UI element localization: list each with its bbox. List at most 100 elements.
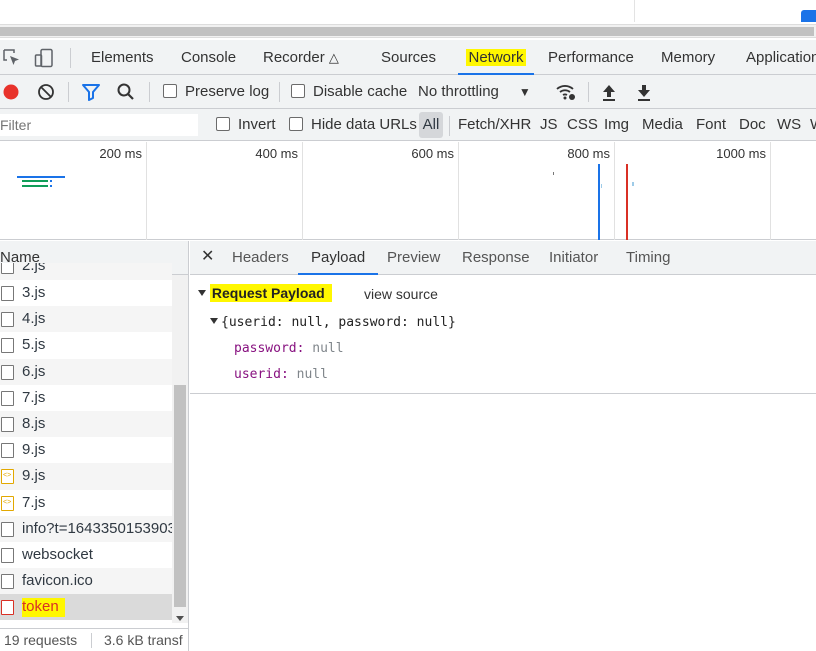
- preserve-log-checkbox[interactable]: Preserve log: [163, 82, 269, 102]
- checkbox-box: [291, 84, 305, 98]
- disable-cache-label: Disable cache: [313, 83, 408, 100]
- scrollbar-thumb[interactable]: [174, 385, 186, 607]
- dropdown-arrow-icon: ▼: [518, 85, 531, 99]
- filter-type-fetch-xhr[interactable]: Fetch/XHR: [458, 115, 531, 135]
- request-row[interactable]: info?t=1643350153903: [0, 515, 172, 542]
- request-name: info?t=1643350153903: [22, 519, 172, 537]
- section-title: Request Payload: [209, 284, 332, 302]
- checkbox-box: [216, 117, 230, 131]
- divider: [149, 82, 150, 102]
- tab-application[interactable]: Application: [746, 40, 816, 75]
- tab-memory[interactable]: Memory: [661, 40, 715, 75]
- filter-funnel-icon[interactable]: [81, 82, 101, 102]
- request-list-pane: Name 2.js 3.js 4.js 5.js 6.js 7.js 8.js …: [0, 241, 189, 651]
- filter-type-css[interactable]: CSS: [567, 115, 598, 135]
- request-row[interactable]: 7.js: [0, 490, 172, 516]
- grid-divider: [146, 142, 147, 240]
- filter-type-doc[interactable]: Doc: [739, 115, 766, 135]
- disable-cache-checkbox[interactable]: Disable cache: [291, 82, 407, 102]
- request-row[interactable]: 4.js: [0, 306, 172, 333]
- time-label: 400 ms: [255, 146, 298, 161]
- tab-performance[interactable]: Performance: [548, 40, 634, 75]
- tab-recorder-label: Recorder: [263, 49, 325, 66]
- field-key: password: [234, 341, 297, 356]
- filter-type-wasm[interactable]: W: [810, 115, 816, 135]
- scrollbar-thumb[interactable]: [0, 27, 814, 36]
- request-bar: [553, 172, 554, 175]
- checkbox-box: [289, 117, 303, 131]
- grid-divider: [302, 142, 303, 240]
- divider: [70, 48, 71, 68]
- device-toolbar-icon[interactable]: [34, 48, 54, 68]
- payload-section: Request Payload view source {userid: nul…: [190, 276, 816, 394]
- inspect-element-icon[interactable]: [2, 48, 22, 68]
- request-name: 7.js: [22, 388, 46, 406]
- tab-network-label: Network: [466, 49, 526, 66]
- expand-arrow-icon: [210, 318, 218, 324]
- divider: [68, 82, 69, 102]
- request-row-selected[interactable]: token: [0, 594, 172, 621]
- script-icon: [1, 495, 14, 511]
- filter-type-media[interactable]: Media: [642, 115, 683, 135]
- horizontal-scrollbar[interactable]: [0, 24, 816, 38]
- tab-preview[interactable]: Preview: [387, 241, 440, 275]
- filter-type-ws[interactable]: WS: [777, 115, 801, 135]
- document-icon: [1, 338, 14, 354]
- tab-timing[interactable]: Timing: [626, 241, 670, 275]
- time-label: 800 ms: [567, 146, 610, 161]
- search-icon[interactable]: [116, 82, 136, 102]
- document-icon: [1, 286, 14, 301]
- filter-type-js[interactable]: JS: [540, 115, 558, 135]
- request-bar: [50, 180, 52, 182]
- filter-type-img[interactable]: Img: [604, 115, 629, 135]
- tab-network[interactable]: Network: [458, 40, 534, 75]
- view-source-link[interactable]: view source: [364, 286, 438, 302]
- record-icon[interactable]: [3, 82, 21, 102]
- tab-recorder[interactable]: Recorder △: [263, 40, 339, 75]
- grid-divider: [770, 142, 771, 240]
- filter-input[interactable]: [0, 114, 198, 136]
- request-bar: [22, 185, 48, 187]
- clear-icon[interactable]: [37, 82, 55, 102]
- tab-console[interactable]: Console: [181, 40, 236, 75]
- document-icon: [1, 574, 14, 590]
- request-list-scrollbar[interactable]: [172, 275, 188, 623]
- hide-data-urls-checkbox[interactable]: Hide data URLs: [289, 115, 417, 135]
- close-icon[interactable]: ✕: [201, 249, 214, 265]
- request-row[interactable]: 3.js: [0, 280, 172, 306]
- tab-headers[interactable]: Headers: [232, 241, 289, 275]
- export-har-icon[interactable]: [635, 82, 653, 102]
- request-row[interactable]: 8.js: [0, 410, 172, 438]
- request-row[interactable]: 2.js: [0, 263, 172, 280]
- filter-type-font[interactable]: Font: [696, 115, 726, 135]
- request-name: 9.js: [22, 441, 46, 459]
- tab-elements[interactable]: Elements: [91, 40, 154, 75]
- request-row[interactable]: 9.js: [0, 437, 172, 463]
- tab-initiator[interactable]: Initiator: [549, 241, 598, 275]
- divider: [279, 82, 280, 102]
- invert-checkbox[interactable]: Invert: [216, 115, 276, 135]
- request-row[interactable]: websocket: [0, 542, 172, 568]
- import-har-icon[interactable]: [600, 82, 618, 102]
- tab-sources[interactable]: Sources: [381, 40, 436, 75]
- request-payload-header[interactable]: Request Payload: [198, 284, 332, 302]
- document-icon: [1, 390, 14, 406]
- network-conditions-icon[interactable]: [555, 82, 577, 102]
- tab-payload[interactable]: Payload: [298, 241, 379, 275]
- request-row[interactable]: favicon.ico: [0, 568, 172, 595]
- filter-type-all[interactable]: All: [419, 112, 443, 138]
- request-list: 2.js 3.js 4.js 5.js 6.js 7.js 8.js 9.js …: [0, 263, 172, 621]
- request-bar: [50, 185, 52, 187]
- scroll-down-arrow-icon[interactable]: [176, 616, 184, 621]
- payload-field: password: null: [234, 341, 344, 356]
- request-row[interactable]: 5.js: [0, 332, 172, 358]
- tab-response[interactable]: Response: [462, 241, 530, 275]
- request-row[interactable]: 6.js: [0, 358, 172, 385]
- throttling-select[interactable]: No throttling ▼: [418, 82, 531, 102]
- field-colon: :: [280, 367, 297, 382]
- request-row[interactable]: 7.js: [0, 385, 172, 411]
- request-row[interactable]: 9.js: [0, 463, 172, 490]
- network-overview-timeline[interactable]: 200 ms 400 ms 600 ms 800 ms 1000 ms: [0, 142, 816, 240]
- payload-summary[interactable]: {userid: null, password: null}: [210, 315, 456, 330]
- request-name: 2.js: [22, 263, 46, 274]
